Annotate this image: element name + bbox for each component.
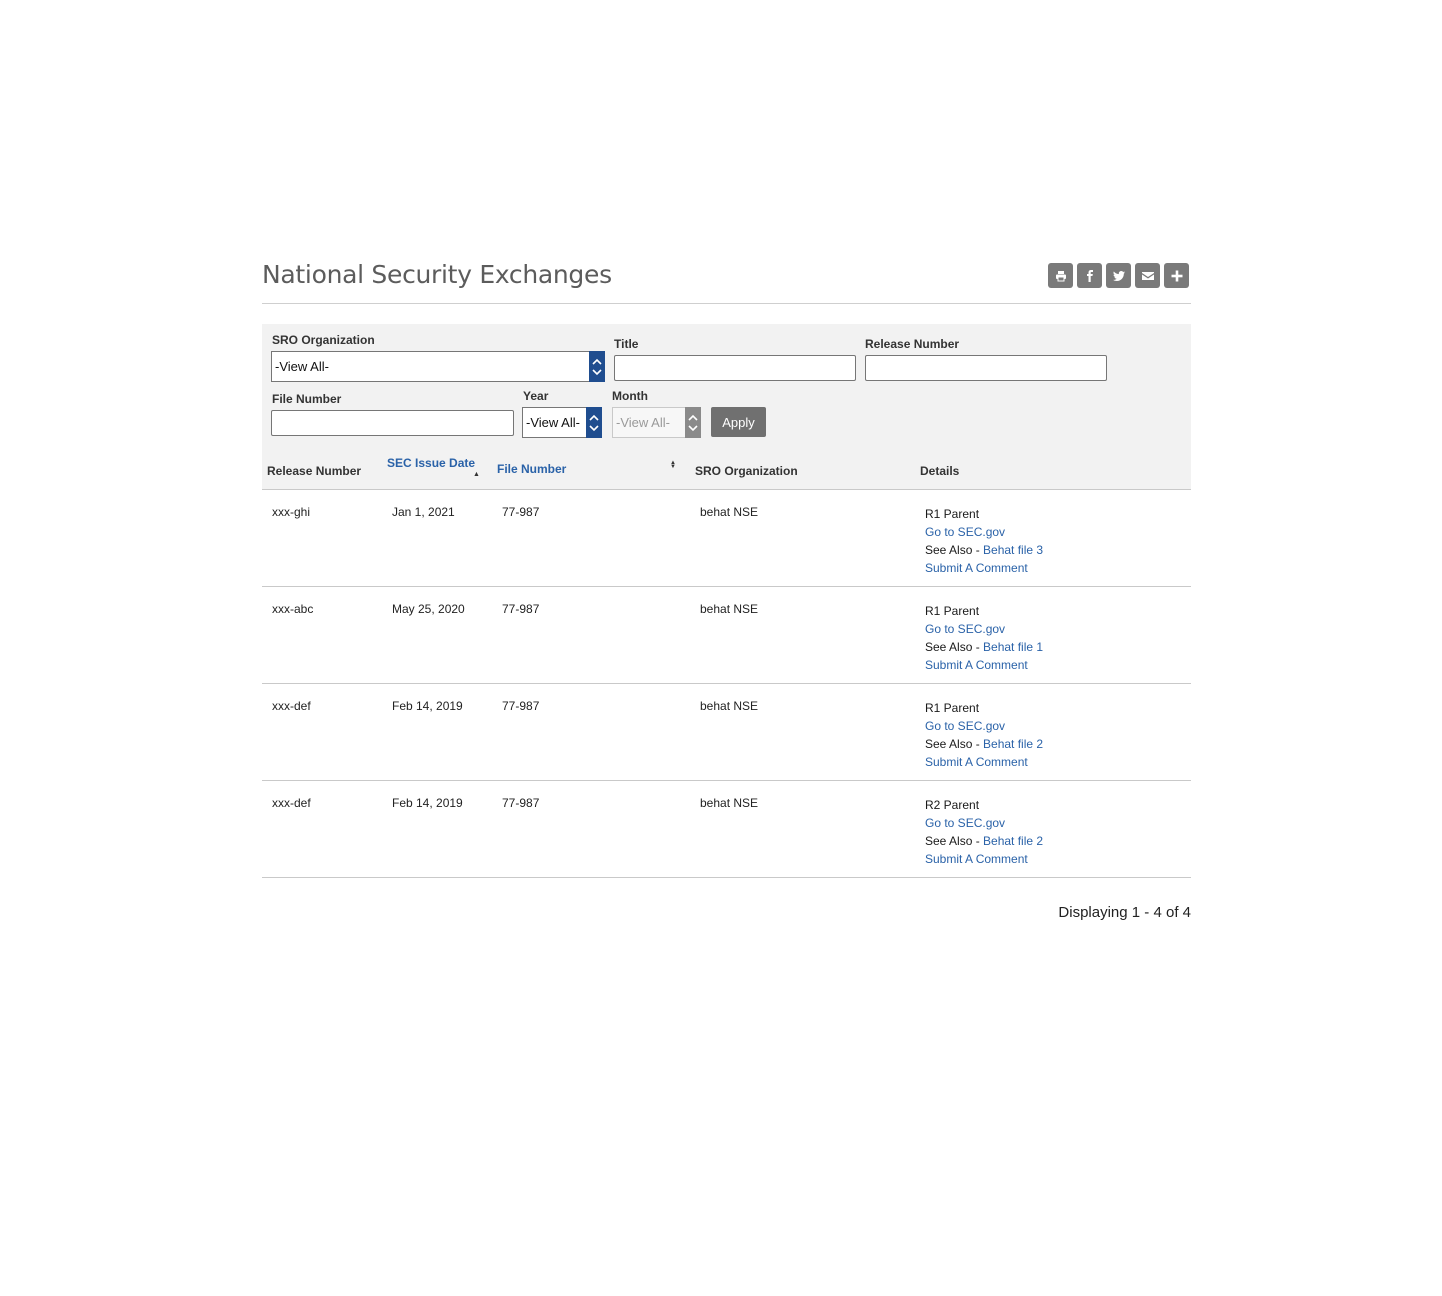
- sort-ascending-icon[interactable]: ▲: [473, 471, 480, 478]
- table-row: xxx-def Feb 14, 2019 77-987 behat NSE R1…: [262, 684, 1191, 781]
- title-label: Title: [614, 337, 639, 351]
- sro-label: SRO Organization: [272, 333, 375, 347]
- submit-comment-link[interactable]: Submit A Comment: [925, 755, 1028, 769]
- see-also-link[interactable]: Behat file 1: [983, 640, 1043, 654]
- filter-panel: SRO Organization -View All- Title Releas…: [262, 324, 1191, 450]
- submit-comment-link[interactable]: Submit A Comment: [925, 658, 1028, 672]
- month-select-value: -View All-: [616, 415, 670, 430]
- title-input[interactable]: [614, 355, 856, 381]
- table-row: xxx-abc May 25, 2020 77-987 behat NSE R1…: [262, 587, 1191, 684]
- chevron-up-down-icon: [589, 414, 599, 431]
- year-select-value: -View All-: [526, 415, 580, 430]
- go-to-sec-link[interactable]: Go to SEC.gov: [925, 622, 1005, 636]
- month-label: Month: [612, 389, 648, 403]
- year-select-spinner[interactable]: [586, 407, 602, 438]
- sec-issue-date-cell: May 25, 2020: [392, 602, 465, 616]
- sec-issue-date-cell: Feb 14, 2019: [392, 796, 463, 810]
- file-number-column-header[interactable]: File Number: [497, 462, 566, 476]
- file-number-cell: 77-987: [502, 699, 540, 713]
- share-toolbar: [1048, 263, 1189, 288]
- sro-organization-column-header: SRO Organization: [695, 464, 798, 478]
- release-number-input[interactable]: [865, 355, 1107, 381]
- file-number-cell: 77-987: [502, 505, 540, 519]
- release-number-label: Release Number: [865, 337, 960, 351]
- table-row: xxx-ghi Jan 1, 2021 77-987 behat NSE R1 …: [262, 490, 1191, 587]
- twitter-button[interactable]: [1106, 263, 1131, 288]
- sort-both-icon[interactable]: ▲ ▼: [670, 460, 676, 470]
- print-button[interactable]: [1048, 263, 1073, 288]
- release-number-cell: xxx-def: [272, 699, 311, 713]
- submit-comment-link[interactable]: Submit A Comment: [925, 852, 1028, 866]
- sec-issue-date-cell: Feb 14, 2019: [392, 699, 463, 713]
- chevron-up-down-icon: [592, 358, 602, 375]
- year-label: Year: [523, 389, 549, 403]
- go-to-sec-link[interactable]: Go to SEC.gov: [925, 719, 1005, 733]
- details-cell: R1 Parent Go to SEC.gov See Also - Behat…: [925, 699, 1043, 771]
- parent-label: R1 Parent: [925, 507, 980, 521]
- sro-select-value: -View All-: [275, 359, 329, 374]
- details-cell: R2 Parent Go to SEC.gov See Also - Behat…: [925, 796, 1043, 868]
- plus-icon: [1171, 270, 1182, 281]
- sro-select-spinner[interactable]: [589, 351, 605, 382]
- sro-organization-cell: behat NSE: [700, 505, 759, 519]
- submit-comment-link[interactable]: Submit A Comment: [925, 561, 1028, 575]
- result-count: Displaying 1 - 4 of 4: [1058, 904, 1191, 921]
- details-cell: R1 Parent Go to SEC.gov See Also - Behat…: [925, 505, 1043, 577]
- print-icon: [1055, 270, 1066, 281]
- table-row: xxx-def Feb 14, 2019 77-987 behat NSE R2…: [262, 781, 1191, 878]
- parent-label: R1 Parent: [925, 604, 980, 618]
- table-header: Release Number SEC Issue Date ▲ File Num…: [262, 450, 1191, 490]
- file-number-cell: 77-987: [502, 796, 540, 810]
- more-share-button[interactable]: [1164, 263, 1189, 288]
- apply-button[interactable]: Apply: [711, 407, 766, 437]
- table-body: xxx-ghi Jan 1, 2021 77-987 behat NSE R1 …: [262, 490, 1191, 878]
- see-also-link[interactable]: Behat file 3: [983, 543, 1043, 557]
- file-number-input[interactable]: [271, 410, 514, 436]
- parent-label: R2 Parent: [925, 798, 980, 812]
- facebook-button[interactable]: [1077, 263, 1102, 288]
- page-title: National Security Exchanges: [262, 260, 612, 289]
- go-to-sec-link[interactable]: Go to SEC.gov: [925, 816, 1005, 830]
- email-icon: [1141, 271, 1154, 280]
- see-also-label: See Also -: [925, 640, 984, 654]
- see-also-label: See Also -: [925, 543, 984, 557]
- go-to-sec-link[interactable]: Go to SEC.gov: [925, 525, 1005, 539]
- see-also-label: See Also -: [925, 737, 984, 751]
- main-content: National Security Exchanges SRO Organiza…: [262, 258, 1191, 921]
- sro-organization-cell: behat NSE: [700, 699, 759, 713]
- see-also-label: See Also -: [925, 834, 984, 848]
- month-select[interactable]: -View All-: [612, 407, 701, 438]
- facebook-icon: [1086, 269, 1093, 282]
- details-cell: R1 Parent Go to SEC.gov See Also - Behat…: [925, 602, 1043, 674]
- details-column-header: Details: [920, 464, 960, 478]
- release-number-cell: xxx-def: [272, 796, 311, 810]
- sec-issue-date-cell: Jan 1, 2021: [392, 505, 455, 519]
- sro-select[interactable]: -View All-: [271, 351, 605, 382]
- sec-issue-date-column-header[interactable]: SEC Issue Date: [387, 456, 475, 470]
- parent-label: R1 Parent: [925, 701, 980, 715]
- see-also-link[interactable]: Behat file 2: [983, 834, 1043, 848]
- page-header: National Security Exchanges: [262, 258, 1191, 304]
- chevron-up-down-icon: [688, 414, 698, 431]
- release-number-column-header: Release Number: [267, 464, 362, 478]
- release-number-cell: xxx-ghi: [272, 505, 311, 519]
- see-also-link[interactable]: Behat file 2: [983, 737, 1043, 751]
- month-select-spinner[interactable]: [685, 407, 701, 438]
- release-number-cell: xxx-abc: [272, 602, 314, 616]
- year-select[interactable]: -View All-: [522, 407, 602, 438]
- email-button[interactable]: [1135, 263, 1160, 288]
- twitter-icon: [1112, 270, 1125, 281]
- file-number-cell: 77-987: [502, 602, 540, 616]
- sro-organization-cell: behat NSE: [700, 602, 759, 616]
- sro-organization-cell: behat NSE: [700, 796, 759, 810]
- file-number-label: File Number: [272, 392, 342, 406]
